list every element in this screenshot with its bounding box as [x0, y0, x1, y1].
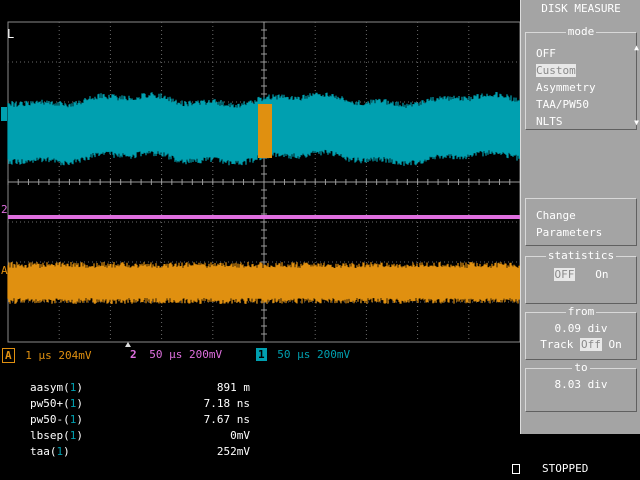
statistics-on[interactable]: On — [595, 268, 608, 281]
statistics-legend: statistics — [545, 249, 617, 262]
ch1-info[interactable]: 1 50 μs 200mV — [256, 348, 350, 361]
mode-option-taa-pw50[interactable]: TAA/PW50 — [526, 96, 636, 113]
track-label: Track — [540, 338, 574, 351]
ch1-ground-marker[interactable]: 1 — [1, 107, 8, 121]
to-cursor[interactable]: to 8.03 div — [525, 361, 637, 412]
ch1-tag: 1 — [256, 348, 267, 361]
menu-title: DISK MEASURE — [541, 2, 621, 15]
change-label: Change — [536, 209, 576, 222]
measurement-value: 7.67 ns — [203, 413, 250, 426]
scroll-up-icon: ▲ — [634, 43, 639, 52]
measurement-value: 0mV — [230, 429, 250, 442]
trigger-position-arrow — [125, 342, 131, 347]
statistics-off[interactable]: OFF — [553, 268, 576, 281]
measurement-list: aasym(1) 891 m pw50+(1) 7.18 ns pw50-(1)… — [30, 380, 250, 460]
paren: ) — [63, 445, 70, 458]
ch2-scale: 200mV — [189, 348, 223, 361]
chA-waveform — [7, 262, 521, 304]
measurement-row: aasym(1) 891 m — [30, 380, 250, 396]
ch1-timebase: 50 μs — [277, 348, 311, 361]
scroll-down-icon: ▼ — [634, 118, 639, 127]
paren: ) — [76, 429, 83, 442]
status-text: STOPPED — [542, 462, 589, 475]
measurement-name: pw50-( — [30, 413, 70, 426]
from-cursor[interactable]: from 0.09 div Track Off On — [525, 305, 637, 360]
svg-text:1: 1 — [1, 108, 8, 121]
ch2-info[interactable]: 2 50 μs 200mV — [128, 348, 222, 361]
measurement-row: lbsep(1) 0mV — [30, 428, 250, 444]
svg-text:A: A — [1, 264, 8, 277]
disk-measure-menu: DISK MEASURE mode OFF Custom Asymmetry T… — [520, 0, 640, 434]
measurement-value: 891 m — [216, 381, 250, 394]
mode-legend: mode — [565, 25, 597, 38]
measurement-name: taa( — [30, 445, 57, 458]
measurement-window-highlight — [258, 104, 272, 158]
paren: ) — [76, 381, 83, 394]
measurement-name: lbsep( — [30, 429, 70, 442]
measurement-value: 252mV — [216, 445, 250, 458]
chA-timebase: 1 μs — [25, 349, 52, 362]
track-off[interactable]: Off — [580, 338, 602, 351]
paren: ) — [76, 397, 83, 410]
paren: ) — [76, 413, 83, 426]
chA-scale: 204mV — [58, 349, 92, 362]
trigger-marker: L — [7, 27, 14, 41]
measurement-name: aasym( — [30, 381, 70, 394]
mode-option-asymmetry[interactable]: Asymmetry — [526, 79, 636, 96]
chA-tag: A — [2, 348, 15, 363]
parameters-label: Parameters — [536, 226, 603, 239]
measurement-name: pw50+( — [30, 397, 70, 410]
measurement-row: pw50-(1) 7.67 ns — [30, 412, 250, 428]
ch2-ground-marker[interactable]: 2 — [1, 203, 8, 216]
from-legend: from — [565, 305, 597, 318]
status-indicator-icon — [512, 464, 520, 474]
ch1-scale: 200mV — [317, 348, 351, 361]
to-legend: to — [572, 361, 590, 374]
statistics-toggle[interactable]: statistics OFF On — [525, 249, 637, 304]
chA-ground-marker[interactable]: A — [1, 264, 8, 277]
mode-option-nlts[interactable]: NLTS — [526, 113, 636, 130]
measurement-row: pw50+(1) 7.18 ns — [30, 396, 250, 412]
measurement-value: 7.18 ns — [203, 397, 250, 410]
chA-info[interactable]: A 1 μs 204mV — [2, 348, 92, 363]
svg-text:2: 2 — [1, 203, 8, 216]
acquisition-status: STOPPED — [512, 462, 588, 475]
mode-option-off[interactable]: OFF — [526, 45, 636, 62]
mode-option-custom[interactable]: Custom — [526, 62, 636, 79]
ch2-timebase: 50 μs — [149, 348, 183, 361]
mode-selector[interactable]: mode OFF Custom Asymmetry TAA/PW50 NLTS … — [525, 25, 639, 130]
measurement-row: taa(1) 252mV — [30, 444, 250, 460]
change-parameters-button[interactable]: Change Parameters — [525, 198, 637, 246]
track-on[interactable]: On — [609, 338, 622, 351]
ch2-waveform — [8, 215, 520, 219]
ch2-tag: 2 — [130, 348, 137, 361]
